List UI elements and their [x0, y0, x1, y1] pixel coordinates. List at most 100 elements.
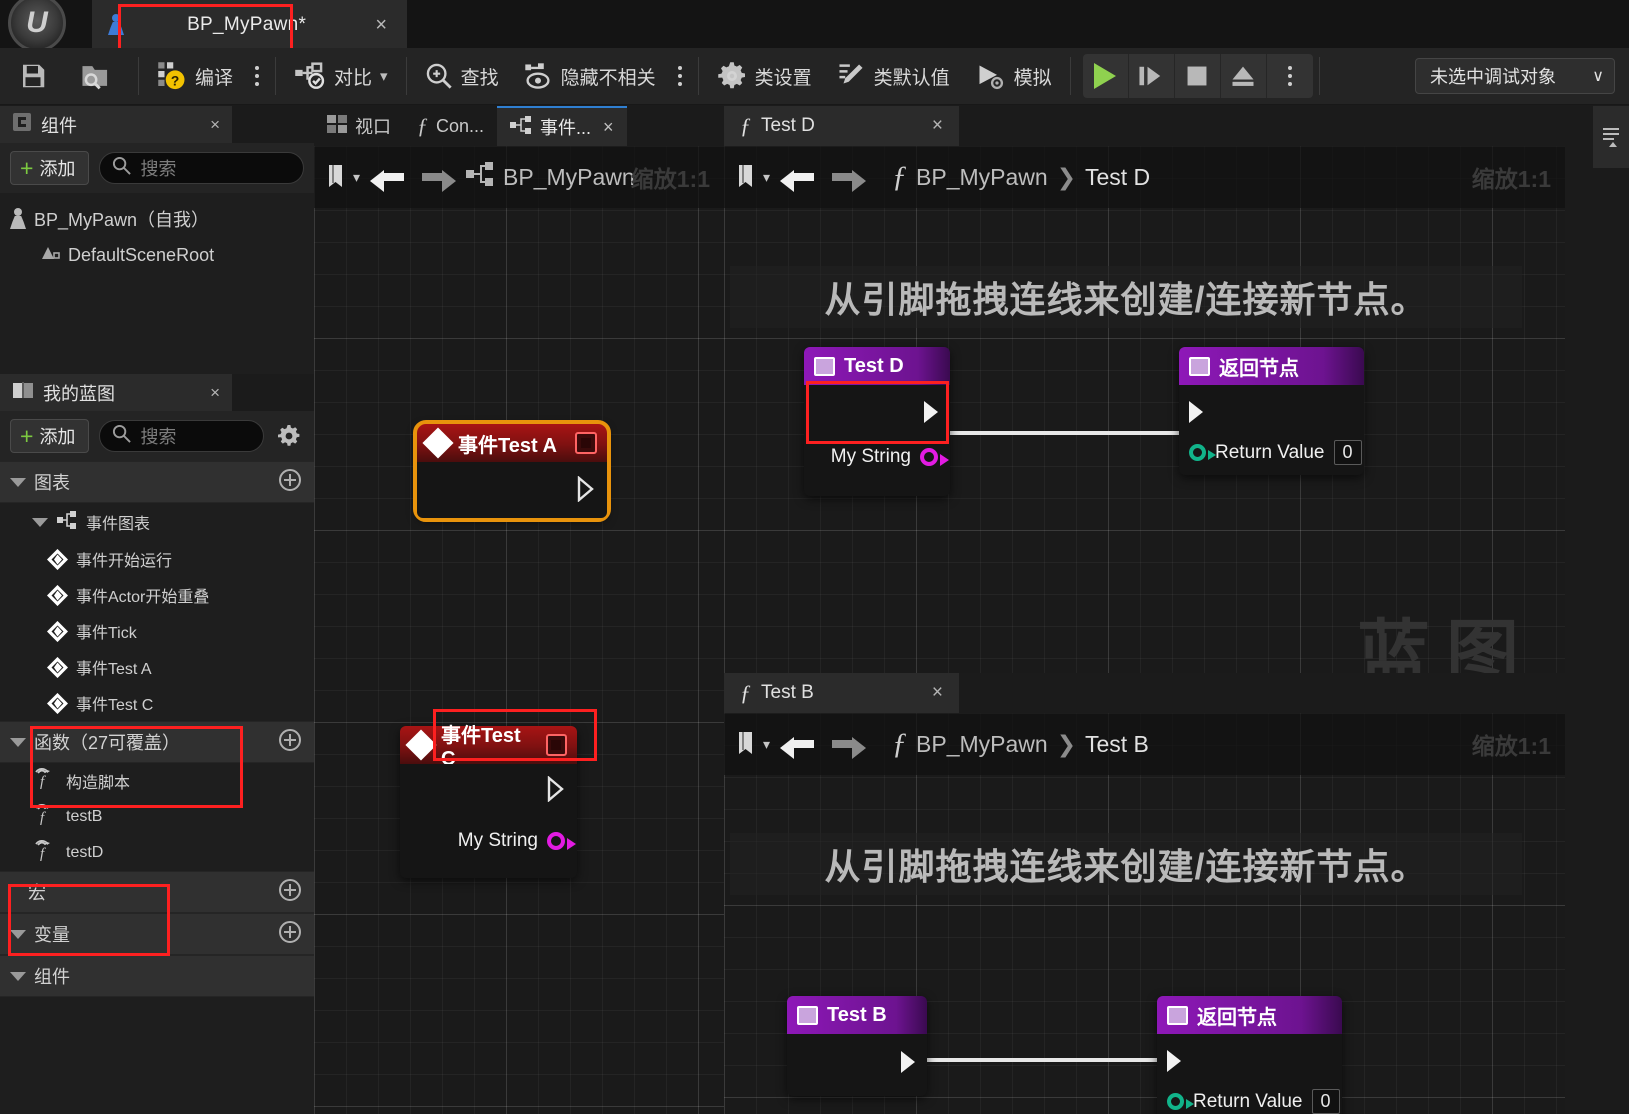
stop-icon[interactable]	[1175, 54, 1221, 98]
components-search-input[interactable]: 搜索	[99, 152, 304, 184]
node-test-b-entry[interactable]: Test B	[787, 996, 927, 1096]
browse-button[interactable]	[68, 54, 132, 98]
document-tab-bp-mypawn[interactable]: BP_MyPawn* ×	[92, 0, 407, 48]
exec-output-pin[interactable]	[547, 775, 565, 803]
exec-input-pin[interactable]	[1187, 399, 1207, 430]
event-graph-zoom-label: 缩放1:1	[630, 166, 710, 192]
svg-text:f: f	[40, 774, 46, 789]
components-add-button[interactable]: + 添加	[10, 151, 90, 185]
find-options-kebab-icon[interactable]	[668, 66, 692, 86]
breadcrumb-root[interactable]: BP_MyPawn	[916, 731, 1048, 758]
bookmark-button[interactable]: ▾	[736, 731, 770, 757]
watermark-text: 蓝图	[1357, 614, 1535, 673]
myblueprint-add-button[interactable]: + 添加	[10, 419, 90, 453]
compile-button[interactable]: ? 编译	[145, 54, 245, 98]
node-event-test-a[interactable]: 事件Test A	[413, 420, 611, 522]
tab-my-blueprint[interactable]: 我的蓝图 ×	[0, 374, 232, 411]
tab-test-b[interactable]: ƒ Test B ×	[724, 673, 959, 713]
save-button[interactable]	[0, 54, 68, 98]
close-icon[interactable]: ×	[210, 383, 220, 403]
forward-arrow-icon[interactable]	[828, 733, 867, 759]
tree-item-function-testd[interactable]: f testD	[0, 835, 314, 871]
tab-event-graph[interactable]: 事件... ×	[497, 106, 627, 146]
close-icon[interactable]: ×	[932, 115, 943, 137]
class-settings-button[interactable]: 类设置	[705, 54, 824, 98]
return-value-input[interactable]: 0	[1311, 1089, 1340, 1114]
exec-input-pin[interactable]	[1165, 1048, 1185, 1079]
tab-test-d[interactable]: ƒ Test D ×	[724, 106, 959, 146]
tab-components[interactable]: 组件 ×	[0, 106, 232, 143]
simulate-button[interactable]: 模拟	[962, 54, 1064, 98]
debug-object-select[interactable]: 未选中调试对象 ∨	[1415, 58, 1615, 94]
back-arrow-icon[interactable]	[370, 166, 408, 192]
myblueprint-settings-button[interactable]	[274, 424, 304, 448]
tree-item-defaultsceneroot[interactable]: DefaultSceneRoot	[0, 237, 314, 273]
tree-item-event-tick[interactable]: 事件Tick	[0, 613, 314, 649]
add-variable-button[interactable]	[278, 920, 302, 949]
exec-output-pin[interactable]	[577, 475, 595, 503]
node-test-b-return[interactable]: 返回节点 Return Value 0	[1157, 996, 1342, 1114]
forward-arrow-icon[interactable]	[418, 166, 457, 192]
class-defaults-button[interactable]: 类默认值	[824, 54, 962, 98]
section-macros[interactable]: 宏	[0, 871, 314, 913]
diff-button[interactable]: 对比 ▾	[282, 54, 400, 98]
tree-item-function-testb[interactable]: f testB	[0, 799, 314, 835]
event-graph-panel: 视口 ƒ Con... 事件... × ▾ BP_MyPawn 缩放1:1 事件…	[314, 106, 724, 1114]
back-arrow-icon[interactable]	[780, 733, 818, 759]
close-icon[interactable]: ×	[369, 14, 393, 37]
add-macro-button[interactable]	[278, 878, 302, 907]
pin-return-value[interactable]: Return Value 0	[1167, 1089, 1340, 1114]
test-b-canvas[interactable]: ▾ ƒ BP_MyPawn ❯ Test B 缩放1:1 从引脚拖拽连线来创建/…	[724, 713, 1565, 1114]
return-value-input[interactable]: 0	[1333, 440, 1362, 465]
chevron-down-icon: ∨	[1592, 68, 1604, 85]
tree-item-event-graph[interactable]: 事件图表	[0, 503, 314, 541]
close-icon[interactable]: ×	[603, 117, 614, 138]
section-functions[interactable]: 函数（27可覆盖）	[0, 721, 314, 763]
test-d-canvas[interactable]: ▾ ƒ BP_MyPawn ❯ Test D 缩放1:1 从引脚拖拽连线来创建/…	[724, 146, 1565, 673]
function-icon: ƒ	[740, 680, 751, 705]
hide-unrelated-button[interactable]: 隐藏不相关	[511, 54, 668, 98]
tree-item-event-test-c[interactable]: 事件Test C	[0, 685, 314, 721]
eject-icon[interactable]	[1221, 54, 1267, 98]
play-icon[interactable]	[1083, 54, 1129, 98]
tree-item-bp-mypawn[interactable]: BP_MyPawn（自我）	[0, 201, 314, 237]
event-stop-icon[interactable]	[575, 432, 597, 454]
chevron-down-icon[interactable]: ▾	[380, 67, 388, 85]
compile-options-kebab-icon[interactable]	[245, 66, 269, 86]
pin-return-value[interactable]: Return Value 0	[1189, 440, 1362, 465]
tree-item-construction-script[interactable]: f 构造脚本	[0, 763, 314, 799]
pin-my-string-output[interactable]: My String	[831, 446, 949, 468]
section-variables[interactable]: 变量	[0, 913, 314, 955]
pin-my-string-output[interactable]: My String	[458, 830, 576, 852]
browse-folder-icon	[80, 61, 112, 91]
test-d-toolbar: ▾ ƒ BP_MyPawn ❯ Test D 缩放1:1	[724, 146, 1565, 208]
section-graphs[interactable]: 图表	[0, 461, 314, 503]
event-stop-icon[interactable]	[545, 734, 567, 756]
tab-construction-script[interactable]: ƒ Con...	[404, 106, 498, 146]
collapsed-panel-tab[interactable]	[1593, 106, 1629, 168]
exec-output-pin[interactable]	[899, 1049, 919, 1080]
node-test-d-entry[interactable]: Test D My String	[804, 347, 950, 496]
tree-item-event-beginplay[interactable]: 事件开始运行	[0, 541, 314, 577]
tree-item-event-test-a[interactable]: 事件Test A	[0, 649, 314, 685]
add-function-button[interactable]	[278, 728, 302, 757]
step-icon[interactable]	[1129, 54, 1175, 98]
exec-output-pin[interactable]	[922, 399, 942, 430]
bookmark-button[interactable]: ▾	[326, 164, 360, 190]
close-icon[interactable]: ×	[932, 682, 943, 704]
breadcrumb-root[interactable]: BP_MyPawn	[916, 164, 1048, 191]
bookmark-button[interactable]: ▾	[736, 164, 770, 190]
section-components-list[interactable]: 组件	[0, 955, 314, 997]
add-graph-button[interactable]	[278, 468, 302, 497]
myblueprint-search-input[interactable]: 搜索	[99, 420, 264, 452]
tab-viewport[interactable]: 视口	[314, 106, 404, 146]
event-graph-canvas[interactable]: ▾ BP_MyPawn 缩放1:1 事件Test A 事件Test C My S…	[314, 146, 724, 1114]
find-button[interactable]: 查找	[413, 54, 511, 98]
play-options-kebab-icon[interactable]	[1267, 54, 1313, 98]
close-icon[interactable]: ×	[210, 115, 220, 135]
node-event-test-c[interactable]: 事件Test C My String	[400, 725, 577, 878]
node-test-d-return[interactable]: 返回节点 Return Value 0	[1179, 347, 1364, 475]
tree-item-event-actorbeginoverlap[interactable]: 事件Actor开始重叠	[0, 577, 314, 613]
forward-arrow-icon[interactable]	[828, 166, 867, 192]
back-arrow-icon[interactable]	[780, 166, 818, 192]
